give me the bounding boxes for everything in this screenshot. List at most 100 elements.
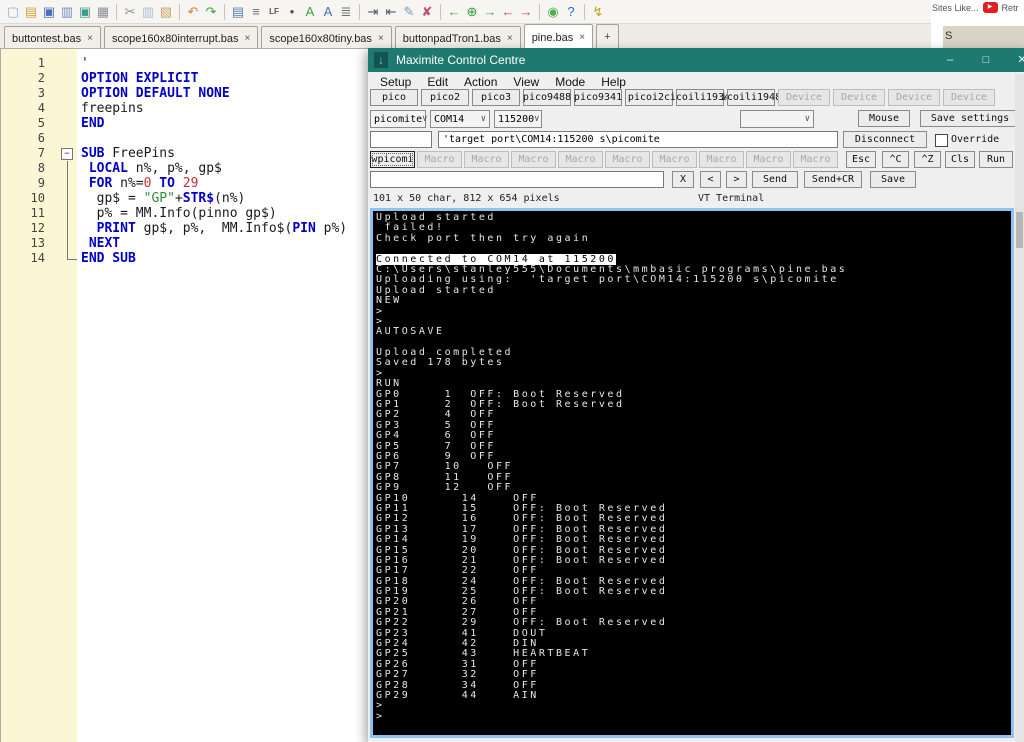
device-button-device-8[interactable]: Device (778, 89, 830, 106)
device-button-pico9341[interactable]: pico9341 (574, 89, 622, 106)
close-button[interactable]: ✕ (1008, 48, 1024, 72)
tab-pine.bas[interactable]: pine.bas× (524, 24, 593, 48)
menu-setup[interactable]: Setup (372, 73, 419, 91)
com-port-select[interactable]: COM14 ∨ (430, 110, 490, 128)
tab-close-icon[interactable]: × (245, 33, 251, 44)
undo-icon[interactable]: ↶ (184, 3, 202, 21)
web-icon[interactable]: ◉ (544, 3, 562, 21)
bookmark-label-2[interactable]: Retr (1002, 3, 1019, 13)
device-button-icoili1934[interactable]: icoili1934 (676, 89, 724, 106)
uncomment-icon[interactable]: ✘ (418, 3, 436, 21)
save-icon[interactable]: ▣ (40, 3, 58, 21)
list-icon[interactable]: ≡ (247, 3, 265, 21)
nav-forward-icon[interactable]: → (481, 3, 499, 21)
port-field[interactable] (370, 131, 432, 148)
tab-close-icon[interactable]: × (507, 33, 513, 44)
font-style-icon[interactable]: A (319, 3, 337, 21)
scrollbar-thumb[interactable] (1016, 212, 1023, 248)
save-copy-icon[interactable]: ▥ (58, 3, 76, 21)
save-as-icon[interactable]: ▣ (76, 3, 94, 21)
save-settings-button[interactable]: Save settings (920, 110, 1020, 127)
macro-button-macro-9[interactable]: Macro (793, 151, 838, 168)
maximize-button[interactable]: □ (972, 48, 1000, 72)
tab-buttonpadTron1.bas[interactable]: buttonpadTron1.bas× (395, 26, 521, 48)
settings-icon[interactable]: ↯ (589, 3, 607, 21)
baud-rate-select[interactable]: 115200 ∨ (494, 110, 542, 128)
help-icon[interactable]: ? (562, 3, 580, 21)
font-color-icon[interactable]: A (301, 3, 319, 21)
run-program-icon[interactable]: ⊕ (463, 3, 481, 21)
send-input[interactable] (370, 171, 664, 188)
extra-select[interactable]: ∨ (740, 110, 814, 128)
menu-action[interactable]: Action (456, 73, 505, 91)
menu-view[interactable]: View (505, 73, 547, 91)
macro-button-macro-2[interactable]: Macro (464, 151, 509, 168)
new-file-icon[interactable]: ▢ (4, 3, 22, 21)
print-icon[interactable]: ▦ (94, 3, 112, 21)
tab-close-icon[interactable]: × (378, 33, 384, 44)
macro-button-macro-1[interactable]: Macro (417, 151, 462, 168)
macro-button-macro-8[interactable]: Macro (746, 151, 791, 168)
save-macro-button[interactable]: Save (870, 171, 916, 188)
outline-list-icon[interactable]: ≣ (337, 3, 355, 21)
cut-icon[interactable]: ✂ (121, 3, 139, 21)
device-select[interactable]: picomite ∨ (370, 110, 426, 128)
tab-scope160x80interrupt.bas[interactable]: scope160x80interrupt.bas× (104, 26, 258, 48)
device-button-pico3[interactable]: pico3 (472, 89, 520, 106)
device-button-pico9488[interactable]: pico9488 (523, 89, 571, 106)
nav-back-icon[interactable]: ← (445, 3, 463, 21)
fold-collapse-icon[interactable]: − (61, 148, 73, 160)
find-book-icon[interactable]: ▤ (229, 3, 247, 21)
device-button-pico2[interactable]: pico2 (421, 89, 469, 106)
tab-buttontest.bas[interactable]: buttontest.bas× (4, 26, 101, 48)
minimize-button[interactable]: – (936, 48, 964, 72)
paste-icon[interactable]: ▧ (157, 3, 175, 21)
device-button-icoili1948[interactable]: icoili1948 (727, 89, 775, 106)
redo-icon[interactable]: ↷ (202, 3, 220, 21)
open-folder-icon[interactable]: ▤ (22, 3, 40, 21)
indent-right-icon[interactable]: ⇥ (364, 3, 382, 21)
device-button-device-9[interactable]: Device (833, 89, 885, 106)
macro-button-wpicomi[interactable]: wpicomi (370, 151, 415, 168)
disconnect-button[interactable]: Disconnect (843, 131, 927, 148)
device-button-picoi2c[interactable]: picoi2c (625, 89, 673, 106)
macro-button-macro-7[interactable]: Macro (699, 151, 744, 168)
tab-close-icon[interactable]: × (579, 32, 585, 43)
bookmark-label[interactable]: Sites Like... (932, 3, 979, 13)
ctrl-z-button[interactable]: ^Z (914, 151, 941, 168)
new-tab-button[interactable]: + (596, 24, 618, 48)
vertical-scrollbar[interactable] (1015, 74, 1024, 742)
macro-button-macro-5[interactable]: Macro (605, 151, 650, 168)
mouse-button[interactable]: Mouse (858, 110, 910, 127)
vt-terminal[interactable]: Upload started failed!Check port then tr… (370, 208, 1014, 738)
device-button-device-11[interactable]: Device (943, 89, 995, 106)
cls-button[interactable]: Cls (945, 151, 975, 168)
indent-left-icon[interactable]: ⇤ (382, 3, 400, 21)
command-field[interactable]: 'target port\COM14:115200 s\picomite (438, 131, 838, 148)
line-ending-icon[interactable]: LF (265, 3, 283, 21)
menu-edit[interactable]: Edit (419, 73, 456, 91)
esc-button[interactable]: Esc (846, 151, 876, 168)
override-checkbox[interactable] (935, 134, 948, 147)
send-cr-button[interactable]: Send+CR (804, 171, 862, 188)
comment-icon[interactable]: ✎ (400, 3, 418, 21)
clear-button[interactable]: X (672, 171, 694, 188)
send-button[interactable]: Send (752, 171, 798, 188)
menu-mode[interactable]: Mode (547, 73, 593, 91)
history-prev-button[interactable]: < (700, 171, 721, 188)
history-next-button[interactable]: > (726, 171, 747, 188)
device-button-device-10[interactable]: Device (888, 89, 940, 106)
macro-button-macro-6[interactable]: Macro (652, 151, 697, 168)
menu-help[interactable]: Help (593, 73, 634, 91)
macro-button-macro-4[interactable]: Macro (558, 151, 603, 168)
macro-button-macro-3[interactable]: Macro (511, 151, 556, 168)
whitespace-icon[interactable]: • (283, 3, 301, 21)
copy-icon[interactable]: ▥ (139, 3, 157, 21)
device-button-pico[interactable]: pico (370, 89, 418, 106)
prev-bookmark-icon[interactable]: ← (499, 3, 517, 21)
tab-scope160x80tiny.bas[interactable]: scope160x80tiny.bas× (261, 26, 391, 48)
tab-close-icon[interactable]: × (87, 33, 93, 44)
ctrl-c-button[interactable]: ^C (882, 151, 909, 168)
youtube-icon[interactable]: ▶ (983, 2, 998, 13)
window-title-bar[interactable]: ↓ Maximite Control Centre – □ ✕ (368, 48, 1024, 72)
